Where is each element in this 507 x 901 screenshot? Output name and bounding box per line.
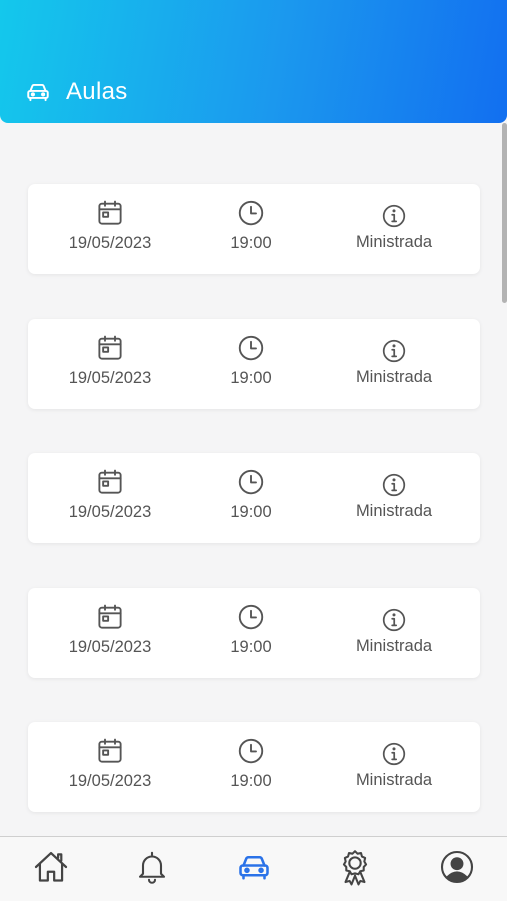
lesson-status-text: Ministrada (355, 367, 433, 386)
lesson-status-text: Ministrada (355, 771, 433, 789)
tab-profile[interactable] (437, 849, 477, 889)
page-title: Aulas (66, 78, 128, 105)
calendar-icon (35, 333, 185, 363)
clock-icon (176, 198, 326, 228)
bottom-tab-bar (0, 836, 507, 901)
lesson-status-text: Ministrada (355, 636, 433, 655)
header-title-row: Aulas (25, 78, 128, 106)
lesson-card[interactable]: 19/05/2023 19:00 Ministrada (28, 453, 480, 543)
lesson-date: 19/05/2023 (35, 333, 185, 388)
lesson-time: 19:00 (176, 198, 326, 253)
car-icon (25, 79, 51, 105)
info-icon (319, 338, 469, 364)
lesson-time-text: 19:00 (230, 234, 272, 252)
tab-notifications[interactable] (132, 849, 172, 889)
lesson-card[interactable]: 19/05/2023 19:00 Ministrada (28, 722, 480, 812)
lesson-status: Ministrada (319, 203, 469, 252)
award-icon (336, 848, 374, 891)
clock-icon (176, 467, 326, 497)
lesson-status: Ministrada (319, 338, 469, 387)
lesson-time: 19:00 (176, 467, 326, 522)
car-icon (236, 849, 272, 890)
info-icon (319, 203, 469, 229)
lesson-date-text: 19/05/2023 (68, 503, 152, 521)
clock-icon (176, 602, 326, 632)
lesson-card[interactable]: 19/05/2023 19:00 Ministrada (28, 587, 480, 678)
home-icon (32, 848, 70, 891)
lesson-date: 19/05/2023 (35, 198, 185, 253)
lesson-card[interactable]: 19/05/2023 19:00 Ministrada (28, 318, 480, 409)
clock-icon (176, 736, 326, 766)
lesson-date-text: 19/05/2023 (68, 234, 152, 252)
info-icon (319, 741, 469, 767)
lesson-card[interactable]: 19/05/2023 19:00 Ministrada (28, 184, 480, 274)
lesson-date-text: 19/05/2023 (68, 368, 152, 387)
lesson-time: 19:00 (176, 333, 326, 388)
info-icon (319, 607, 469, 633)
clock-icon (176, 333, 326, 363)
lesson-status-text: Ministrada (355, 502, 433, 520)
lesson-status: Ministrada (319, 741, 469, 790)
lesson-time-text: 19:00 (230, 503, 272, 521)
lesson-time-text: 19:00 (230, 368, 272, 387)
lesson-status: Ministrada (319, 472, 469, 521)
tab-achievements[interactable] (335, 849, 375, 889)
user-circle-icon (439, 849, 475, 890)
lesson-status-text: Ministrada (355, 233, 433, 251)
lesson-time-text: 19:00 (230, 637, 272, 656)
tab-home[interactable] (31, 849, 71, 889)
lesson-date-text: 19/05/2023 (68, 637, 152, 656)
lesson-status: Ministrada (319, 607, 469, 656)
info-icon (319, 472, 469, 498)
lesson-date-text: 19/05/2023 (68, 772, 152, 790)
lesson-time: 19:00 (176, 602, 326, 657)
lesson-date: 19/05/2023 (35, 602, 185, 657)
calendar-icon (35, 198, 185, 228)
lessons-list: 19/05/2023 19:00 Ministrada 19/05/2023 1… (28, 184, 480, 857)
lesson-date: 19/05/2023 (35, 467, 185, 522)
calendar-icon (35, 467, 185, 497)
lesson-date: 19/05/2023 (35, 736, 185, 791)
scrollbar[interactable] (502, 123, 507, 303)
calendar-icon (35, 602, 185, 632)
calendar-icon (35, 736, 185, 766)
app-header: Aulas (0, 0, 507, 123)
lesson-time-text: 19:00 (230, 772, 272, 790)
lesson-time: 19:00 (176, 736, 326, 791)
bell-icon (134, 849, 170, 890)
tab-lessons[interactable] (234, 849, 274, 889)
